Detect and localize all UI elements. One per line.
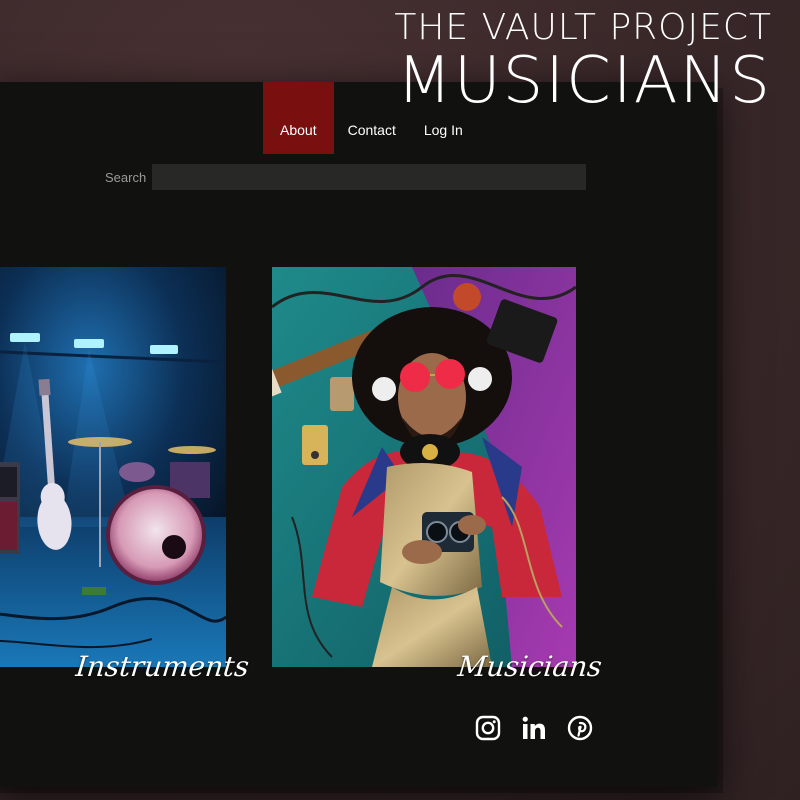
- search-bar: Search: [105, 164, 587, 190]
- brand-title-line2: MUSICIANS: [396, 44, 772, 118]
- linkedin-icon[interactable]: [520, 714, 548, 742]
- search-label: Search: [105, 169, 147, 185]
- instruments-caption[interactable]: Instruments: [74, 650, 250, 683]
- social-links: [474, 714, 594, 742]
- brand-title-line1: THE VAULT PROJECT: [394, 7, 772, 48]
- nav-item-about[interactable]: About: [263, 82, 334, 154]
- instruments-card[interactable]: [0, 267, 226, 667]
- brand-title: THE VAULT PROJECT MUSICIANS: [394, 7, 772, 118]
- website-window: About Contact Log In Search Instruments …: [0, 82, 717, 787]
- instagram-icon[interactable]: [474, 714, 502, 742]
- pinterest-icon[interactable]: [566, 714, 594, 742]
- instruments-image: [0, 267, 226, 667]
- search-input[interactable]: [152, 164, 587, 190]
- screen: THE VAULT PROJECT MUSICIANS About Contac…: [0, 0, 800, 800]
- musicians-card[interactable]: [272, 267, 576, 667]
- musicians-image: [272, 267, 576, 667]
- musicians-caption[interactable]: Musicians: [456, 650, 603, 683]
